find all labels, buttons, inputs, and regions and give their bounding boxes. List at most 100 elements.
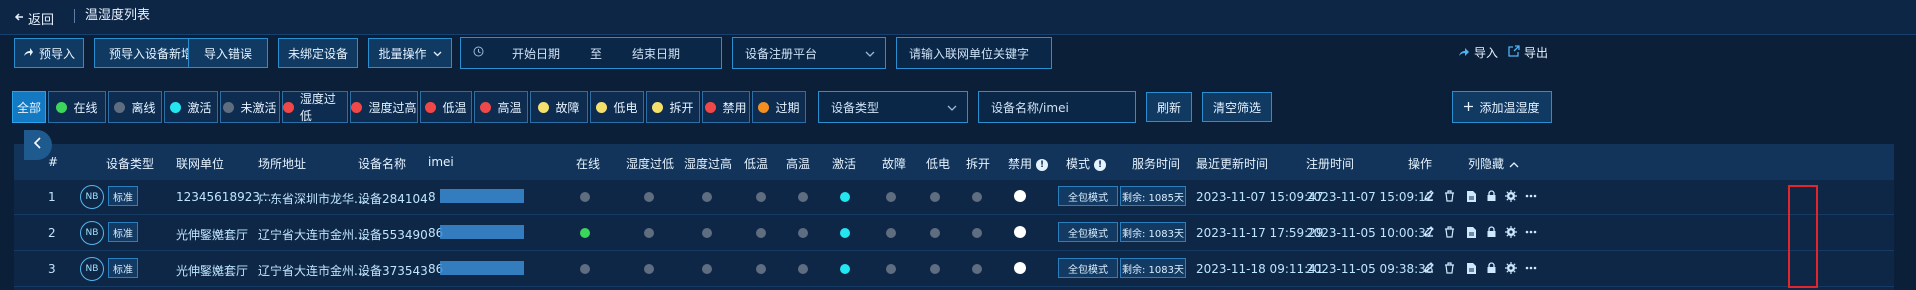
filter-all[interactable]: 全部 <box>12 91 46 123</box>
filter-item-1[interactable]: 在线 <box>48 91 106 123</box>
filter-label: 激活 <box>187 100 212 115</box>
network-unit: 光伸鋻嬔套厅 <box>176 228 249 242</box>
document-icon[interactable] <box>1464 261 1478 275</box>
device-type-placeholder: 设备类型 <box>831 100 880 115</box>
filter-item-2[interactable]: 离线 <box>108 91 162 123</box>
lock-icon[interactable] <box>1484 261 1498 275</box>
document-icon[interactable] <box>1464 189 1478 203</box>
column-header: 高温 <box>786 155 810 172</box>
table-row[interactable]: 1 NB 标准 12345618923... 广东省深圳市龙华... 设备284104 8 全… <box>14 180 1894 215</box>
arrow-left-icon <box>14 11 24 26</box>
table-row[interactable]: 2 NB 标准 光伸鋻嬔套厅 辽宁省大连市金州... 设备553490 86 全包模式 剩余: … <box>14 216 1894 251</box>
filter-item-7[interactable]: 低温 <box>420 91 472 123</box>
filter-item-8[interactable]: 高温 <box>474 91 528 123</box>
filter-item-9[interactable]: 故障 <box>530 91 588 123</box>
column-header: 设备名称 <box>358 155 406 172</box>
filter-item-5[interactable]: 湿度过低 <box>282 91 348 123</box>
refresh-button[interactable]: 刷新 <box>1146 92 1192 122</box>
filter-item-3[interactable]: 激活 <box>164 91 218 123</box>
share-icon <box>1458 46 1470 60</box>
more-icon[interactable] <box>1524 189 1538 203</box>
column-label: 模式 <box>1066 157 1091 171</box>
filter-label: 故障 <box>555 100 580 115</box>
filter-item-12[interactable]: 禁用 <box>702 91 750 123</box>
filter-item-11[interactable]: 拆开 <box>646 91 700 123</box>
preimport-add-label: 预导入设备新增 <box>108 46 193 61</box>
column-header: 模式! <box>1066 155 1107 172</box>
info-icon[interactable]: ! <box>1036 158 1049 171</box>
back-label: 返回 <box>28 13 55 28</box>
column-label: 服务时间 <box>1132 157 1181 171</box>
gear-icon[interactable] <box>1504 261 1518 275</box>
more-icon[interactable] <box>1524 225 1538 239</box>
column-label: 场所地址 <box>258 157 307 171</box>
trash-icon[interactable] <box>1442 189 1456 203</box>
last-update-time: 2023-11-07 15:09:47 <box>1196 190 1324 204</box>
status-dot-icon <box>114 101 126 113</box>
column-label: 禁用 <box>1008 157 1033 171</box>
tamper-dot <box>972 192 982 202</box>
site-address: 辽宁省大连市金州... <box>258 264 366 278</box>
info-icon[interactable]: ! <box>1094 158 1107 171</box>
imei-redaction <box>440 189 524 203</box>
tamper-dot <box>972 228 982 238</box>
batch-button[interactable]: 批量操作 <box>368 38 452 68</box>
back-button[interactable]: 返回 <box>14 9 54 28</box>
import-link[interactable]: 导入 <box>1458 44 1498 61</box>
clear-filter-button[interactable]: 清空筛选 <box>1202 92 1272 122</box>
lock-icon[interactable] <box>1484 225 1498 239</box>
edit-icon[interactable] <box>1422 189 1436 203</box>
unbound-button[interactable]: 未绑定设备 <box>278 38 358 68</box>
row-index: 2 <box>48 226 56 240</box>
filter-item-6[interactable]: 湿度过高 <box>350 91 418 123</box>
status-dot-icon <box>596 101 608 113</box>
column-label: 故障 <box>882 157 907 171</box>
filter-item-13[interactable]: 过期 <box>752 91 806 123</box>
preimport-label: 预导入 <box>38 46 75 61</box>
import-error-button[interactable]: 导入错误 <box>188 38 268 68</box>
edit-icon[interactable] <box>1422 261 1436 275</box>
column-label: 在线 <box>576 157 601 171</box>
column-label: 最近更新时间 <box>1196 157 1269 171</box>
document-icon[interactable] <box>1464 225 1478 239</box>
keyword-placeholder: 请输入联网单位关键字 <box>909 46 1030 61</box>
gear-icon[interactable] <box>1504 225 1518 239</box>
keyword-input[interactable]: 请输入联网单位关键字 <box>896 37 1052 69</box>
table-row[interactable]: 3 NB 标准 光伸鋻嬔套厅 辽宁省大连市金州... 设备373543 86 全包模式 剩余: … <box>14 252 1894 287</box>
filter-item-4[interactable]: 未激活 <box>220 91 280 123</box>
device-name: 设备284104 <box>358 192 428 206</box>
column-header: 设备类型 <box>106 155 154 172</box>
device-type-select[interactable]: 设备类型 <box>818 91 968 123</box>
column-header: 故障 <box>882 155 906 172</box>
service-time-tag: 剩余: 1083天 <box>1120 222 1186 242</box>
platform-select[interactable]: 设备注册平台 <box>732 37 886 69</box>
lock-icon[interactable] <box>1484 189 1498 203</box>
more-icon[interactable] <box>1524 261 1538 275</box>
column-label: 设备类型 <box>106 157 155 171</box>
edit-icon[interactable] <box>1422 225 1436 239</box>
fault-dot <box>886 228 896 238</box>
column-header[interactable]: 列隐藏 <box>1468 155 1519 172</box>
add-device-button[interactable]: 添加温湿度 <box>1452 91 1552 123</box>
page-title: 温湿度列表 <box>74 9 150 23</box>
chevron-up-icon <box>1504 157 1519 171</box>
device-name-input[interactable]: 设备名称/imei <box>978 91 1136 123</box>
last-update-time: 2023-11-17 17:59:29 <box>1196 226 1324 240</box>
filter-item-10[interactable]: 低电 <box>590 91 644 123</box>
column-header: 湿度过高 <box>684 155 732 172</box>
filter-label: 湿度过低 <box>299 92 336 123</box>
trash-icon[interactable] <box>1442 261 1456 275</box>
disabled-toggle <box>1014 262 1026 274</box>
device-name: 设备373543 <box>358 264 428 278</box>
preimport-button[interactable]: 预导入 <box>14 38 84 68</box>
device-name: 设备553490 <box>358 228 428 242</box>
trash-icon[interactable] <box>1442 225 1456 239</box>
column-header: 低温 <box>744 155 768 172</box>
date-range-picker[interactable]: 开始日期 至 结束日期 <box>460 37 722 69</box>
low-battery-dot <box>930 228 940 238</box>
export-link[interactable]: 导出 <box>1508 44 1548 61</box>
filter-label: 湿度过高 <box>368 100 417 115</box>
gear-icon[interactable] <box>1504 189 1518 203</box>
register-time: 2023-11-05 09:38:38 <box>1306 262 1434 276</box>
active-status-dot <box>840 228 850 238</box>
